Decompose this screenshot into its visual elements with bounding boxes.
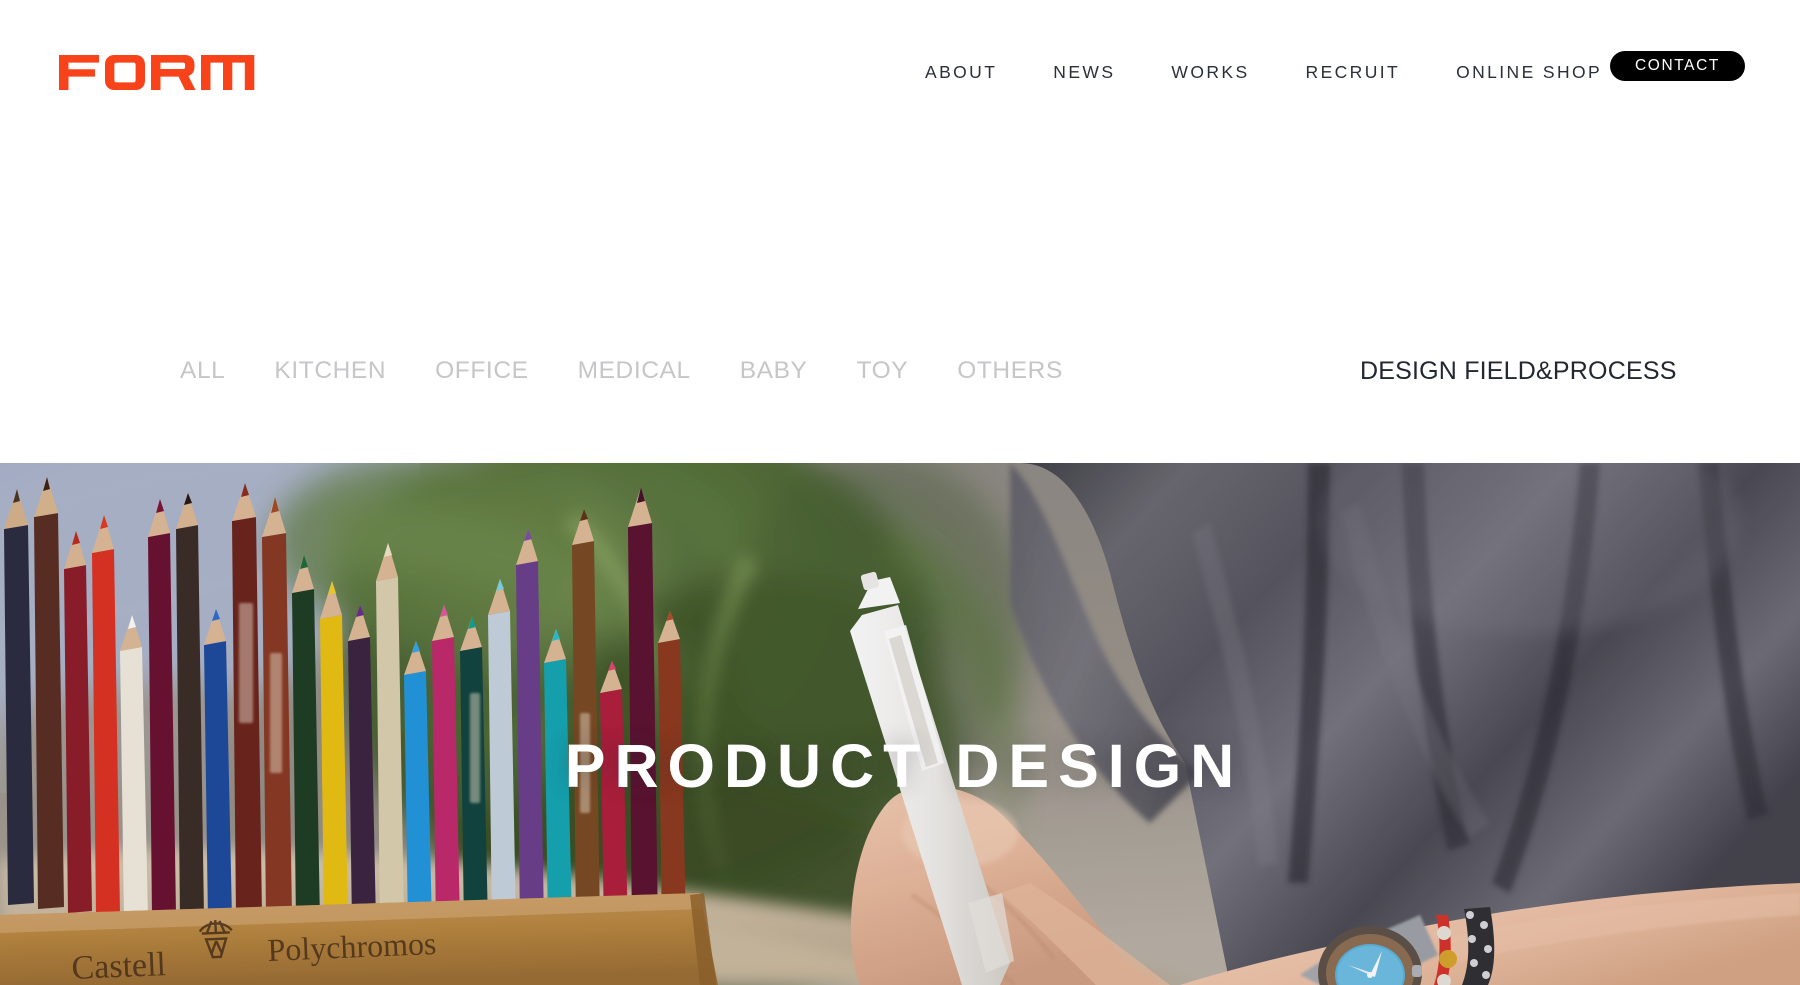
hero-photo: Castell Polychromos: [0, 463, 1800, 985]
form-logo[interactable]: [59, 48, 264, 90]
hero-section: Castell Polychromos PRODUCT DESIGN: [0, 463, 1800, 985]
category-item-kitchen[interactable]: KITCHEN: [274, 357, 386, 385]
nav-recruit[interactable]: RECRUIT: [1306, 58, 1401, 87]
category-item-all[interactable]: ALL: [180, 357, 225, 385]
category-item-others[interactable]: OTHERS: [957, 357, 1063, 385]
nav-about[interactable]: ABOUT: [925, 58, 997, 87]
main-navigation: ABOUT NEWS WORKS RECRUIT ONLINE SHOP: [925, 58, 1602, 87]
page-root: ABOUT NEWS WORKS RECRUIT ONLINE SHOP CON…: [0, 0, 1800, 985]
nav-online-shop[interactable]: ONLINE SHOP: [1456, 58, 1602, 87]
nav-news[interactable]: NEWS: [1053, 58, 1115, 87]
category-list: ALL KITCHEN OFFICE MEDICAL BABY TOY OTHE…: [180, 357, 1063, 385]
hero-photo-image: Castell Polychromos: [0, 463, 1800, 985]
site-header: ABOUT NEWS WORKS RECRUIT ONLINE SHOP CON…: [0, 0, 1800, 135]
contact-button[interactable]: CONTACT: [1610, 51, 1745, 81]
category-item-office[interactable]: OFFICE: [435, 357, 528, 385]
category-item-medical[interactable]: MEDICAL: [578, 357, 691, 385]
form-logo-icon: [59, 55, 255, 90]
nav-works[interactable]: WORKS: [1171, 58, 1249, 87]
category-item-toy[interactable]: TOY: [856, 357, 908, 385]
design-field-process-link[interactable]: DESIGN FIELD&PROCESS: [1360, 357, 1677, 386]
category-item-baby[interactable]: BABY: [740, 357, 808, 385]
category-filter-bar: ALL KITCHEN OFFICE MEDICAL BABY TOY OTHE…: [0, 135, 1800, 463]
